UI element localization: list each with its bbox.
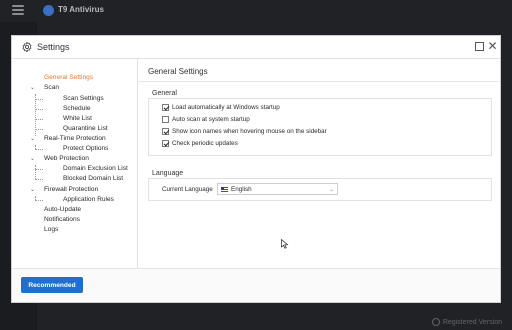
language-select[interactable]: English ⌄ <box>217 183 338 195</box>
app-titlebar: T9 Antivirus <box>0 0 512 22</box>
tree-connector <box>35 149 43 150</box>
option-label: Auto scan at system startup <box>172 116 250 123</box>
tree-connector <box>35 119 43 120</box>
nav-real-time-protection[interactable]: Real-Time Protection <box>44 135 106 143</box>
language-select-value: English <box>231 185 252 193</box>
option-auto-scan-startup[interactable]: Auto scan at system startup <box>162 116 250 123</box>
nav-schedule[interactable]: Schedule <box>63 105 91 113</box>
registration-status: Registered Version <box>431 318 502 326</box>
settings-dialog: Settings ✕ ⌄ ⌄ ⌄ ⌄ General Settings Scan… <box>11 35 501 303</box>
collapse-caret-icon[interactable]: ⌄ <box>30 135 35 143</box>
option-label: Check periodic updates <box>172 140 238 147</box>
us-flag-icon <box>221 186 228 192</box>
settings-nav-tree: ⌄ ⌄ ⌄ ⌄ General Settings Scan Scan Setti… <box>12 59 138 268</box>
nav-scan-settings[interactable]: Scan Settings <box>63 95 104 103</box>
nav-domain-exclusion-list[interactable]: Domain Exclusion List <box>63 165 128 173</box>
nav-white-list[interactable]: White List <box>63 115 92 123</box>
registered-icon <box>431 318 440 326</box>
nav-protect-options[interactable]: Protect Options <box>63 145 108 153</box>
hamburger-menu-icon[interactable] <box>12 5 24 15</box>
nav-general-settings[interactable]: General Settings <box>44 74 93 82</box>
app-logo-icon <box>43 5 54 16</box>
option-show-icon-names[interactable]: Show icon names when hovering mouse on t… <box>162 128 327 135</box>
panel-title: General Settings <box>148 67 208 76</box>
general-group-label: General <box>152 90 177 97</box>
checkbox-show-icon-names[interactable] <box>162 128 169 135</box>
nav-auto-update[interactable]: Auto-Update <box>44 206 81 214</box>
dialog-title: Settings <box>37 42 70 52</box>
language-group: Current Language English ⌄ <box>148 178 492 201</box>
tree-connector <box>35 200 43 201</box>
option-check-updates[interactable]: Check periodic updates <box>162 140 238 147</box>
collapse-caret-icon[interactable]: ⌄ <box>30 186 35 194</box>
collapse-caret-icon[interactable]: ⌄ <box>30 84 35 92</box>
nav-notifications[interactable]: Notifications <box>44 216 80 224</box>
tree-connector <box>35 169 43 170</box>
current-language-label: Current Language <box>162 186 213 193</box>
nav-logs[interactable]: Logs <box>44 226 58 234</box>
nav-application-rules[interactable]: Application Rules <box>63 196 114 204</box>
language-group-label: Language <box>152 170 184 177</box>
app-title: T9 Antivirus <box>58 5 104 14</box>
nav-quarantine-list[interactable]: Quarantine List <box>63 125 108 133</box>
dialog-header: Settings ✕ <box>12 36 500 59</box>
checkbox-auto-scan-startup[interactable] <box>162 116 169 123</box>
registration-status-text: Registered Version <box>442 318 502 326</box>
gear-icon <box>22 41 32 53</box>
settings-panel: General Settings General Load automatica… <box>139 59 500 268</box>
general-group: Load automatically at Windows startup Au… <box>148 98 492 156</box>
option-label: Load automatically at Windows startup <box>172 104 280 111</box>
divider <box>139 81 500 82</box>
nav-web-protection[interactable]: Web Protection <box>44 155 89 163</box>
tree-connector <box>35 129 43 130</box>
recommended-button[interactable]: Recommended <box>21 277 83 293</box>
dialog-footer: Recommended <box>12 268 500 302</box>
mouse-cursor-icon <box>281 239 289 249</box>
tree-connector <box>35 179 43 180</box>
nav-firewall-protection[interactable]: Firewall Protection <box>44 186 98 194</box>
tree-connector <box>35 99 43 100</box>
option-load-at-startup[interactable]: Load automatically at Windows startup <box>162 104 280 111</box>
nav-blocked-domain-list[interactable]: Blocked Domain List <box>63 175 123 183</box>
nav-scan[interactable]: Scan <box>44 84 59 92</box>
chevron-down-icon: ⌄ <box>328 187 334 193</box>
tree-connector <box>35 109 43 110</box>
option-label: Show icon names when hovering mouse on t… <box>172 128 327 135</box>
collapse-caret-icon[interactable]: ⌄ <box>30 155 35 163</box>
tree-connector <box>35 165 36 179</box>
checkbox-load-at-startup[interactable] <box>162 104 169 111</box>
checkbox-check-updates[interactable] <box>162 140 169 147</box>
close-icon[interactable]: ✕ <box>487 40 498 52</box>
maximize-icon[interactable] <box>475 42 484 51</box>
